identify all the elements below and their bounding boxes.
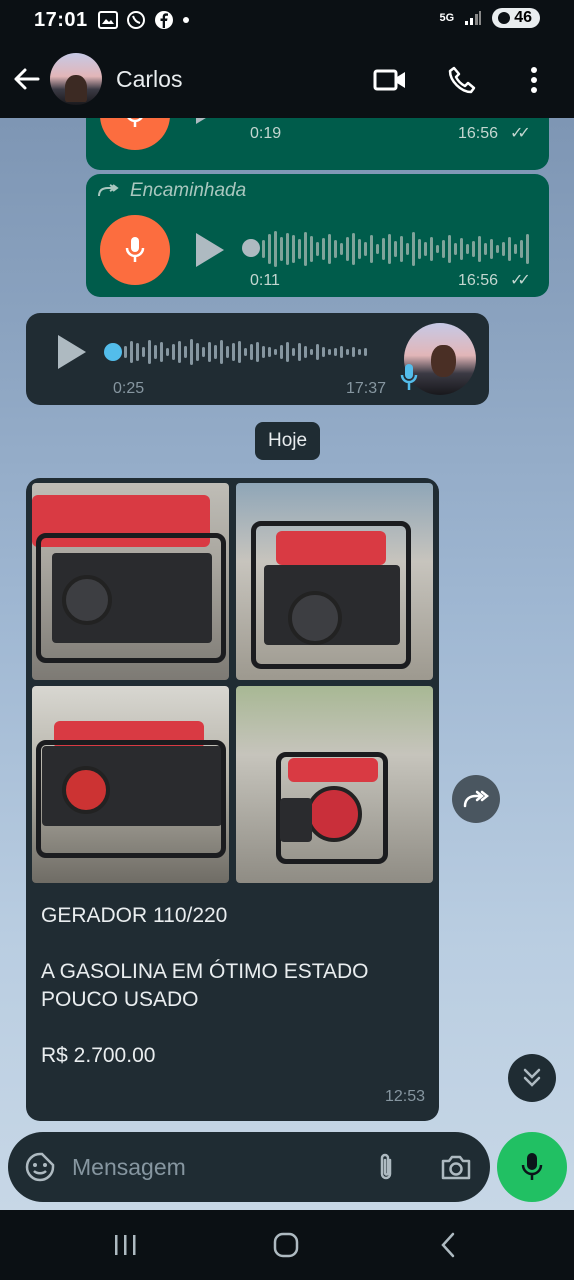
sticker-emoji-icon [25,1152,55,1182]
facebook-icon [154,11,173,29]
forward-icon [463,790,489,808]
arrow-left-icon [14,68,40,90]
attach-button[interactable] [366,1147,406,1187]
message-time: 17:37 [346,380,387,397]
album-photo-1[interactable] [32,483,229,680]
phone-icon [448,66,476,94]
read-receipt-icon: ✓✓ [510,272,531,289]
recent-apps-button[interactable] [95,1225,155,1265]
message-title: GERADOR 110/220 [41,904,228,927]
chevron-left-icon [441,1232,455,1258]
scroll-to-bottom-button[interactable] [508,1054,556,1102]
signal-icon [465,11,482,25]
voice-duration: 0:11 [250,272,280,289]
forwarded-text: Encaminhada [130,180,247,201]
mic-icon [125,237,145,262]
notification-icons [97,10,190,30]
camera-button[interactable] [436,1147,476,1187]
status-right: 5G 46 [440,8,540,28]
playback-position[interactable] [242,239,260,257]
message-time: 12:53 [384,1088,425,1105]
voice-mic-badge [100,215,170,285]
voice-record-button[interactable] [497,1132,567,1202]
voice-mic-badge [100,118,170,150]
camera-icon [441,1155,471,1180]
album-photo-3[interactable] [32,686,229,883]
read-receipt-icon: ✓✓ [510,125,531,142]
back-nav-button[interactable] [418,1225,478,1265]
forward-button[interactable] [452,775,500,823]
system-nav-bar [0,1210,574,1280]
incoming-voice-message[interactable]: 0:25 17:37 [26,313,489,405]
message-input[interactable] [72,1146,362,1188]
play-button[interactable] [196,118,224,124]
message-time: 16:56 [458,272,499,289]
status-time: 17:01 [34,8,88,31]
contact-name[interactable]: Carlos [116,66,182,93]
mic-icon [400,364,418,390]
recent-apps-icon [115,1235,136,1255]
network-label: 5G [439,12,455,24]
waveform[interactable] [262,118,529,125]
message-description: A GASOLINA EM ÓTIMO ESTADO POUCO USADO [41,960,369,1011]
message-time: 16:56 [458,125,499,142]
emoji-button[interactable] [22,1149,58,1185]
voice-duration: 0:25 [113,380,145,397]
chat-header: Carlos [0,40,574,118]
chat-area[interactable]: 0:19 16:56 ✓✓ Encaminhada 0:11 16:56 ✓✓ … [0,118,574,1210]
waveform[interactable] [124,332,367,372]
incoming-photo-album-message[interactable]: GERADOR 110/220 A GASOLINA EM ÓTIMO ESTA… [26,478,439,1121]
back-button[interactable] [2,55,50,103]
whatsapp-icon [126,11,145,29]
outgoing-voice-message[interactable]: 0:19 16:56 ✓✓ [86,118,549,170]
paperclip-icon [380,1153,392,1180]
forwarded-label: Encaminhada [98,180,246,202]
video-camera-icon [373,69,405,91]
playback-position[interactable] [104,343,122,361]
chevron-double-down-icon [523,1068,541,1087]
play-button[interactable] [58,335,86,369]
voice-duration: 0:19 [250,125,282,142]
contact-avatar[interactable] [50,53,102,105]
message-composer [8,1132,490,1202]
home-icon [273,1232,299,1258]
album-photo-4[interactable] [236,686,433,883]
more-vert-icon [531,67,537,93]
header-actions [364,54,560,106]
message-price: R$ 2.700.00 [41,1044,156,1067]
play-button[interactable] [196,233,224,267]
mic-icon [521,1153,543,1180]
status-bar: 17:01 5G 46 [0,0,574,40]
waveform[interactable] [262,229,529,269]
battery-indicator: 46 [492,8,540,28]
more-options-button[interactable] [508,54,560,106]
outgoing-forwarded-voice-message[interactable]: Encaminhada 0:11 16:56 ✓✓ [86,174,549,297]
album-photo-2[interactable] [236,483,433,680]
date-separator: Hoje [255,422,321,460]
gallery-icon [97,11,118,29]
forwarded-icon [98,184,119,197]
mic-icon [127,118,143,127]
home-button[interactable] [256,1225,316,1265]
voice-call-button[interactable] [436,54,488,106]
dot-icon [182,17,189,23]
video-call-button[interactable] [364,54,416,106]
